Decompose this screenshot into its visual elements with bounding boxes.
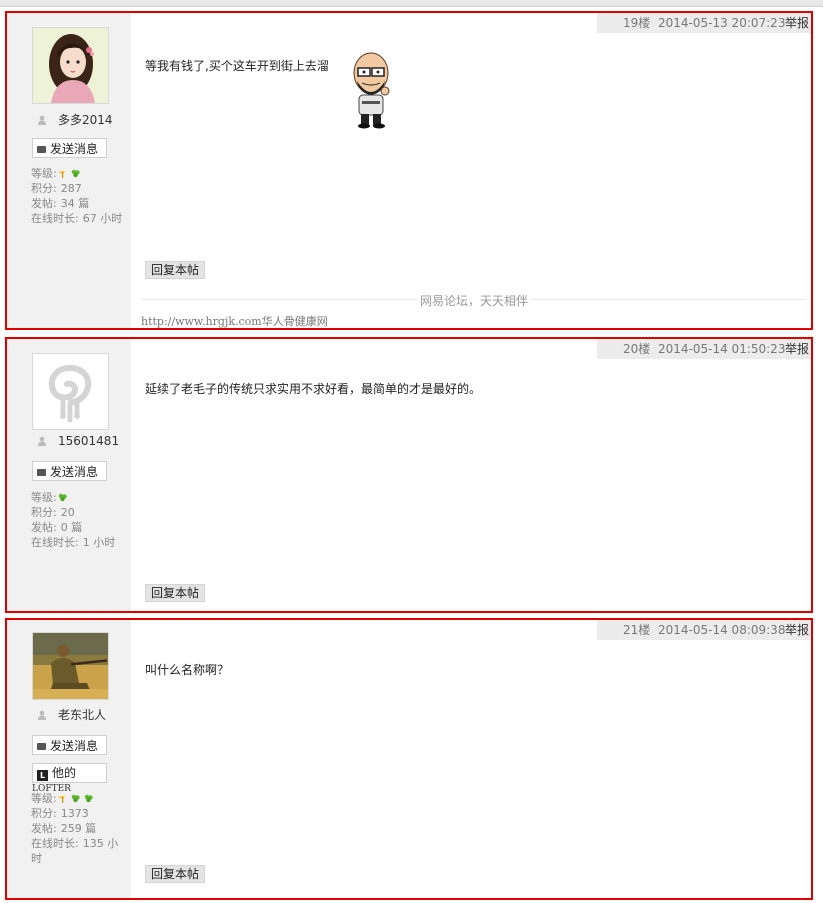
username-text: 多多2014 xyxy=(58,113,113,127)
reply-button[interactable]: 回复本帖 xyxy=(145,865,205,883)
level-clover-icon xyxy=(71,169,80,178)
online-row: 在线时长: 135 小时 xyxy=(31,837,119,865)
post-content: 等我有钱了,买个这车开到街上去溜 xyxy=(145,59,329,73)
signature-slogan: 网易论坛，天天相伴 xyxy=(417,292,532,309)
points-row: 积分: 1373 xyxy=(31,807,89,820)
anime-girl-avatar xyxy=(33,28,108,103)
reply-button[interactable]: 回复本帖 xyxy=(145,261,205,279)
posts-row: 发帖: 34 篇 xyxy=(31,197,90,210)
level-row: 等级: xyxy=(31,166,127,181)
user-avatar[interactable] xyxy=(32,632,109,700)
message-icon xyxy=(37,743,46,750)
posts-row: 发帖: 0 篇 xyxy=(31,521,83,534)
send-message-label: 发送消息 xyxy=(50,465,99,479)
level-row: 等级: xyxy=(31,490,127,505)
post-header: 19楼 2014-05-13 20:07:23 举报 xyxy=(597,13,811,33)
user-avatar[interactable] xyxy=(32,27,109,104)
report-link[interactable]: 举报 xyxy=(785,620,809,640)
user-sidebar: 老东北人 发送消息 L 他的 LOFTER 等级: 积分: 1373 发帖: 259 … xyxy=(7,620,131,898)
post-datetime: 2014-05-14 08:09:38 xyxy=(658,623,786,637)
post-19: 多多2014 发送消息 等级: 积分: 287 发帖: 34 篇 在线时长: 67 小… xyxy=(5,11,813,330)
report-link[interactable]: 举报 xyxy=(785,339,809,359)
post-content: 延续了老毛子的传统只求实用不求好看，最简单的才是最好的。 xyxy=(145,382,482,396)
post-20: 15601481 发送消息 等级: 积分: 20 发帖: 0 篇 在线时长: 1 小时… xyxy=(5,337,813,613)
lofter-button[interactable]: L 他的 xyxy=(32,763,107,783)
user-avatar[interactable] xyxy=(32,353,109,430)
send-message-button[interactable]: 发送消息 xyxy=(32,461,107,481)
user-sidebar: 多多2014 发送消息 等级: 积分: 287 发帖: 34 篇 在线时长: 67 小… xyxy=(7,13,131,328)
user-stats: 等级: 积分: 1373 发帖: 259 篇 在线时长: 135 小时 xyxy=(31,791,127,866)
level-clover-icon xyxy=(71,794,80,803)
lofter-icon: L xyxy=(37,770,48,781)
level-clover-icon xyxy=(58,493,67,502)
signature-url: http://www.hrgjk.com xyxy=(141,315,262,328)
username-text: 15601481 xyxy=(58,434,120,448)
level-sprout-icon xyxy=(57,796,65,803)
lofter-label: 他的 xyxy=(52,766,77,780)
floor-number[interactable]: 20楼 xyxy=(623,339,650,359)
level-clover-icon xyxy=(84,794,93,803)
soldier-photo-avatar xyxy=(33,633,108,699)
user-stats: 等级: 积分: 20 发帖: 0 篇 在线时长: 1 小时 xyxy=(31,490,127,550)
send-message-button[interactable]: 发送消息 xyxy=(32,735,107,755)
send-message-button[interactable]: 发送消息 xyxy=(32,138,107,158)
user-icon xyxy=(38,710,46,720)
send-message-label: 发送消息 xyxy=(50,739,99,753)
post-datetime: 2014-05-13 20:07:23 xyxy=(658,16,786,30)
username[interactable]: 多多2014 xyxy=(37,111,127,127)
default-swirl-avatar xyxy=(33,354,108,429)
online-row: 在线时长: 67 小时 xyxy=(31,212,123,225)
thinking-bald-man-emoticon xyxy=(353,52,390,129)
message-icon xyxy=(37,469,46,476)
post-header: 21楼 2014-05-14 08:09:38 举报 xyxy=(597,620,811,640)
floor-number[interactable]: 19楼 xyxy=(623,13,650,33)
post-content: 叫什么名称啊？ xyxy=(145,663,230,677)
user-icon xyxy=(38,436,46,446)
user-stats: 等级: 积分: 287 发帖: 34 篇 在线时长: 67 小时 xyxy=(31,166,127,226)
report-link[interactable]: 举报 xyxy=(785,13,809,33)
user-icon xyxy=(38,115,46,125)
floor-number[interactable]: 21楼 xyxy=(623,620,650,640)
username[interactable]: 15601481 xyxy=(37,434,127,450)
post-header: 20楼 2014-05-14 01:50:23 举报 xyxy=(597,339,811,359)
post-21: 老东北人 发送消息 L 他的 LOFTER 等级: 积分: 1373 发帖: 259 … xyxy=(5,618,813,900)
send-message-label: 发送消息 xyxy=(50,142,99,156)
signature-link[interactable]: http://www.hrgjk.com华人骨健康网 xyxy=(141,313,328,328)
points-row: 积分: 20 xyxy=(31,506,75,519)
signature-site-name: 华人骨健康网 xyxy=(261,315,328,328)
reply-button[interactable]: 回复本帖 xyxy=(145,584,205,602)
online-row: 在线时长: 1 小时 xyxy=(31,536,116,549)
top-border xyxy=(0,0,823,7)
points-row: 积分: 287 xyxy=(31,182,82,195)
level-row: 等级: xyxy=(31,791,127,806)
username-text: 老东北人 xyxy=(58,708,107,722)
username[interactable]: 老东北人 xyxy=(37,706,127,722)
post-datetime: 2014-05-14 01:50:23 xyxy=(658,342,786,356)
level-sprout-icon xyxy=(57,171,65,178)
user-sidebar: 15601481 发送消息 等级: 积分: 20 发帖: 0 篇 在线时长: 1 小时 xyxy=(7,339,131,611)
message-icon xyxy=(37,146,46,153)
posts-row: 发帖: 259 篇 xyxy=(31,822,97,835)
